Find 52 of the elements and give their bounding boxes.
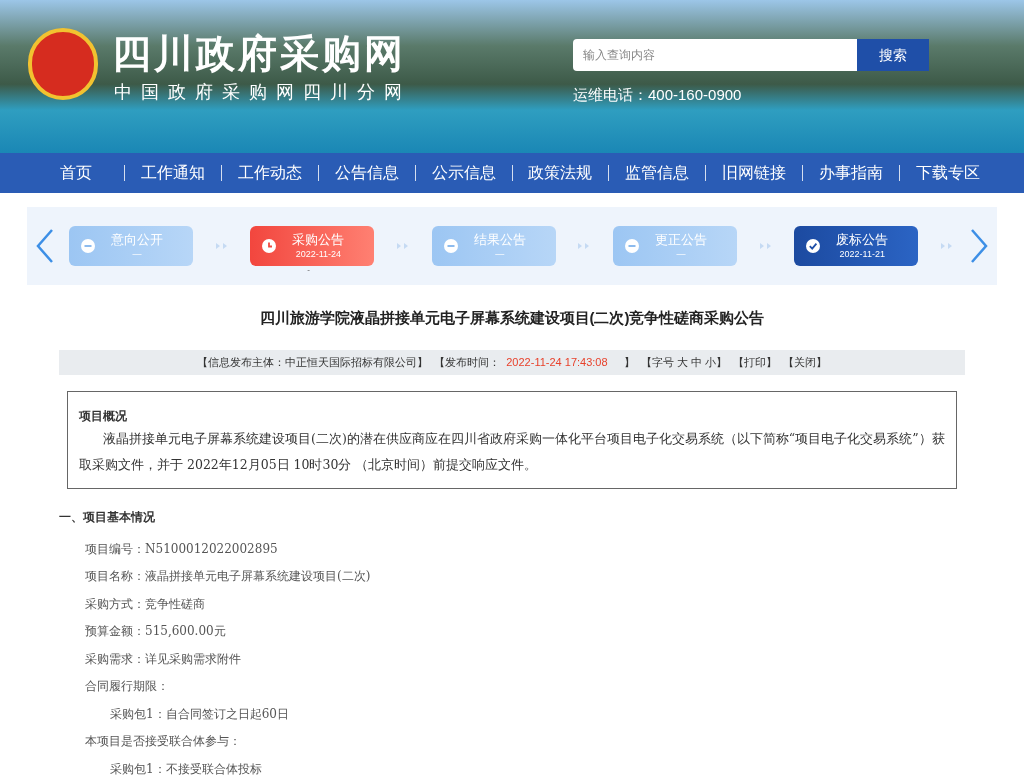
step-date: — [132, 248, 142, 260]
site-title: 四川政府采购网 [112, 34, 406, 73]
detail-line: 项目编号：N5100012022002895 [85, 541, 278, 556]
step-label: 更正公告 [654, 232, 707, 248]
nav-link[interactable]: 下载专区 [916, 161, 981, 185]
search-field[interactable]: 输入查询内容 [573, 39, 857, 71]
article-title: 四川旅游学院液晶拼接单元电子屏幕系统建设项目(二次)竞争性磋商采购公告 [258, 308, 766, 328]
step-label: 采购公告 [292, 232, 345, 248]
nav-link[interactable]: 首页 [59, 161, 92, 185]
detail-line: 合同履行期限： [85, 679, 169, 693]
info-text: 【字号 大 中 小】 [640, 354, 727, 370]
step-marker: - [307, 266, 310, 274]
nav-link[interactable]: 工作通知 [140, 161, 205, 185]
nav-link[interactable]: 办事指南 [819, 161, 884, 185]
nav-link[interactable]: 公示信息 [431, 161, 496, 185]
detail-line: 采购包1：不接受联合体投标 [110, 761, 262, 776]
detail-line: 采购包1：自合同签订之日起60日 [110, 706, 289, 721]
clock-icon [262, 239, 277, 253]
nav-link[interactable]: 政策法规 [528, 161, 593, 185]
overview-heading: 项目概况 [79, 407, 128, 425]
step-label: 意向公开 [111, 232, 163, 248]
info-text: 】 [623, 354, 635, 370]
info-text: 【关闭】 [782, 354, 827, 370]
step-label: 结果公告 [473, 232, 526, 248]
step-date: — [495, 248, 505, 260]
info-text: 2022-11-24 17:43:08 [506, 354, 608, 370]
minus-circle-icon [443, 239, 458, 253]
section-heading: 一、项目基本情况 [59, 508, 156, 526]
hotline-text: 运维电话：400-160-0900 [573, 85, 742, 105]
step-date: — [676, 248, 686, 260]
search-button[interactable]: 搜索 [857, 39, 929, 71]
detail-line: 采购方式：竞争性磋商 [85, 596, 205, 611]
detail-line: 本项目是否接受联合体参与： [85, 734, 241, 748]
step-date: 2022-11-21 [839, 248, 885, 260]
info-text: 【发布时间： [434, 354, 501, 370]
detail-line: 预算金额：515,600.00元 [85, 624, 226, 638]
step-label: 废标公告 [836, 232, 889, 248]
info-text: 【打印】 [732, 354, 777, 370]
nav-link[interactable]: 工作动态 [237, 161, 302, 185]
overview-paragraph: 液晶拼接单元电子屏幕系统建设项目(二次)的潜在供应商应在四川省政府采购一体化平台项目电子化交易系统（以下简称“项目电子化交易系统”）获取采购文件，并于 2022年12月05日 10时30分 （北京时间）前提交响应文件。 [79, 429, 945, 474]
nav-link[interactable]: 公告信息 [334, 161, 399, 185]
site-subtitle: 中国政府采购网四川分网 [114, 83, 411, 101]
step-button[interactable]: 废标公告 2022-11-21 [794, 226, 919, 266]
info-text: 【信息发布主体：中正恒天国际招标有限公司】 [197, 354, 429, 370]
nav-link[interactable]: 旧网链接 [722, 161, 787, 185]
detail-line: 项目名称：液晶拼接单元电子屏幕系统建设项目(二次) [85, 569, 371, 583]
minus-circle-icon [624, 239, 639, 253]
check-circle-icon [806, 239, 821, 253]
step-date: 2022-11-24 [295, 248, 341, 260]
detail-line: 采购需求：详见采购需求附件 [85, 651, 241, 666]
minus-circle-icon [81, 239, 95, 253]
nav-link[interactable]: 监管信息 [625, 161, 690, 185]
